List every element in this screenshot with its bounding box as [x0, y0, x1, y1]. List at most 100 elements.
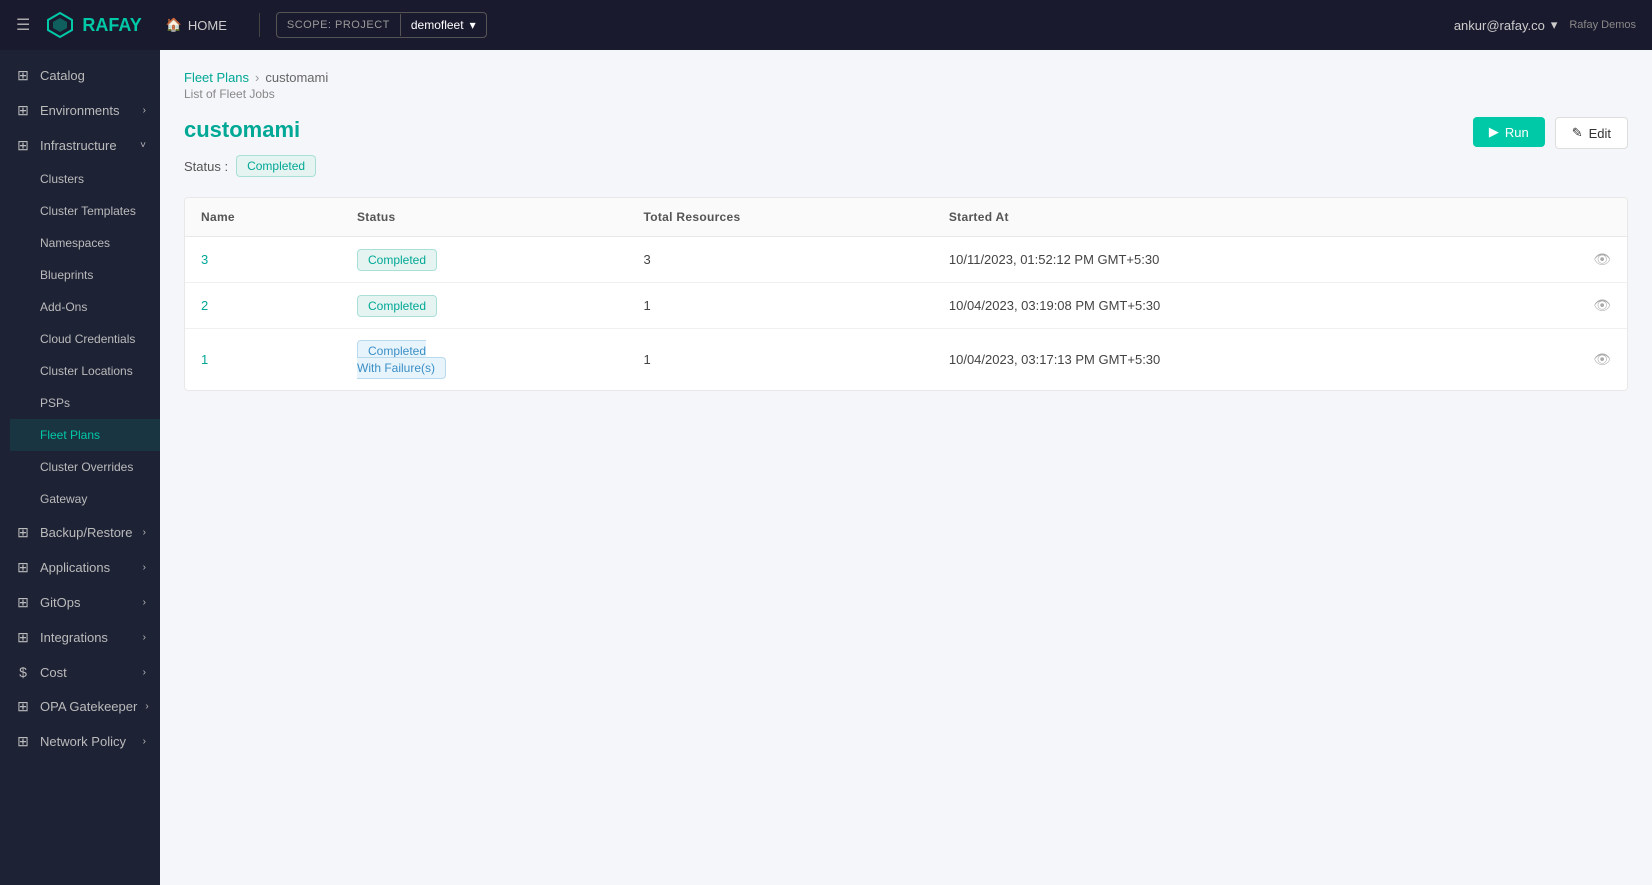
- sidebar-item-psps[interactable]: PSPs: [10, 387, 160, 419]
- table-row: 1CompletedWith Failure(s)110/04/2023, 03…: [185, 329, 1627, 391]
- home-icon: 🏠: [166, 17, 182, 33]
- status-label: Status :: [184, 159, 228, 174]
- navbar-home-link[interactable]: 🏠 HOME: [166, 17, 227, 33]
- cell-name: 1: [185, 329, 341, 391]
- cell-status: Completed: [341, 237, 628, 283]
- chevron-down-icon: ˅: [140, 140, 146, 151]
- page-header-row: customami Status : Completed ▶ Run ✎ Edi…: [184, 117, 1628, 197]
- cost-icon: $: [14, 664, 32, 680]
- action-buttons: ▶ Run ✎ Edit: [1473, 117, 1628, 149]
- user-menu[interactable]: ankur@rafay.co ▾ Rafay Demos: [1454, 17, 1636, 33]
- sidebar-item-cluster-templates[interactable]: Cluster Templates: [10, 195, 160, 227]
- sidebar-item-network-policy[interactable]: ⊞ Network Policy ›: [0, 724, 160, 759]
- breadcrumb-parent-link[interactable]: Fleet Plans: [184, 70, 249, 85]
- view-icon[interactable]: 👁: [1593, 351, 1611, 367]
- sidebar-item-label: Fleet Plans: [40, 428, 100, 442]
- sidebar-item-label: Cost: [40, 665, 67, 680]
- chevron-right-icon: ›: [143, 597, 146, 608]
- job-name-link[interactable]: 1: [201, 352, 208, 367]
- sidebar-item-label: Environments: [40, 103, 119, 118]
- home-label: HOME: [188, 18, 227, 33]
- sidebar-item-gateway[interactable]: Gateway: [10, 483, 160, 515]
- sidebar-item-label: Cluster Locations: [40, 364, 133, 378]
- cell-total-resources: 1: [628, 283, 933, 329]
- navbar-divider: [259, 13, 260, 37]
- navbar-logo-text: RAFAY: [82, 15, 141, 36]
- cell-name: 3: [185, 237, 341, 283]
- backup-icon: ⊞: [14, 524, 32, 541]
- cell-total-resources: 3: [628, 237, 933, 283]
- sidebar-item-cluster-overrides[interactable]: Cluster Overrides: [10, 451, 160, 483]
- sidebar-item-applications[interactable]: ⊞ Applications ›: [0, 550, 160, 585]
- sidebar-item-add-ons[interactable]: Add-Ons: [10, 291, 160, 323]
- sidebar-item-gitops[interactable]: ⊞ GitOps ›: [0, 585, 160, 620]
- status-badge: CompletedWith Failure(s): [357, 340, 446, 379]
- sidebar-item-namespaces[interactable]: Namespaces: [10, 227, 160, 259]
- hamburger-icon[interactable]: ☰: [16, 15, 30, 35]
- rafay-logo-icon: [46, 11, 74, 39]
- breadcrumb-separator: ›: [255, 70, 259, 85]
- sidebar-item-catalog[interactable]: ⊞ Catalog: [0, 58, 160, 93]
- sidebar-item-label: Gateway: [40, 492, 87, 506]
- navbar: ☰ RAFAY 🏠 HOME SCOPE: PROJECT demofleet …: [0, 0, 1652, 50]
- table-row: 3Completed310/11/2023, 01:52:12 PM GMT+5…: [185, 237, 1627, 283]
- col-status: Status: [341, 198, 628, 237]
- chevron-right-icon: ›: [145, 701, 148, 712]
- view-icon[interactable]: 👁: [1593, 251, 1611, 267]
- infrastructure-icon: ⊞: [14, 137, 32, 154]
- sidebar-item-integrations[interactable]: ⊞ Integrations ›: [0, 620, 160, 655]
- page-subtitle: List of Fleet Jobs: [184, 87, 1628, 101]
- col-actions: [1509, 198, 1627, 237]
- sidebar-item-label: GitOps: [40, 595, 80, 610]
- sidebar-item-cost[interactable]: $ Cost ›: [0, 655, 160, 689]
- sidebar-item-label: Cluster Templates: [40, 204, 136, 218]
- sidebar-item-label: Cloud Credentials: [40, 332, 135, 346]
- layout: ⊞ Catalog ⊞ Environments › ⊞ Infrastruct…: [0, 50, 1652, 885]
- opa-icon: ⊞: [14, 698, 32, 715]
- scope-value[interactable]: demofleet ▾: [401, 13, 486, 37]
- sidebar-item-opa-gatekeeper[interactable]: ⊞ OPA Gatekeeper ›: [0, 689, 160, 724]
- user-email: ankur@rafay.co: [1454, 18, 1545, 33]
- cell-status: CompletedWith Failure(s): [341, 329, 628, 391]
- page-title: customami: [184, 117, 1473, 143]
- edit-button[interactable]: ✎ Edit: [1555, 117, 1628, 149]
- col-total-resources: Total Resources: [628, 198, 933, 237]
- applications-icon: ⊞: [14, 559, 32, 576]
- chevron-right-icon: ›: [143, 632, 146, 643]
- catalog-icon: ⊞: [14, 67, 32, 84]
- sidebar-item-fleet-plans[interactable]: Fleet Plans: [10, 419, 160, 451]
- job-name-link[interactable]: 3: [201, 252, 208, 267]
- status-badge: Completed: [236, 155, 316, 177]
- sidebar-item-label: Applications: [40, 560, 110, 575]
- sidebar-item-infrastructure[interactable]: ⊞ Infrastructure ˅: [0, 128, 160, 163]
- scope-selector[interactable]: SCOPE: PROJECT demofleet ▾: [276, 12, 487, 38]
- edit-icon: ✎: [1572, 125, 1583, 141]
- navbar-logo: RAFAY: [46, 11, 141, 39]
- table-row: 2Completed110/04/2023, 03:19:08 PM GMT+5…: [185, 283, 1627, 329]
- sidebar-item-label: Integrations: [40, 630, 108, 645]
- col-name: Name: [185, 198, 341, 237]
- sidebar-item-clusters[interactable]: Clusters: [10, 163, 160, 195]
- cell-eye-action: 👁: [1509, 329, 1627, 391]
- cell-eye-action: 👁: [1509, 237, 1627, 283]
- network-icon: ⊞: [14, 733, 32, 750]
- run-label: Run: [1505, 125, 1529, 140]
- scope-label: SCOPE: PROJECT: [277, 14, 401, 36]
- scope-value-text: demofleet: [411, 18, 464, 32]
- breadcrumb-current: customami: [265, 70, 328, 85]
- col-started-at: Started At: [933, 198, 1509, 237]
- run-button[interactable]: ▶ Run: [1473, 117, 1545, 147]
- sidebar-item-backup-restore[interactable]: ⊞ Backup/Restore ›: [0, 515, 160, 550]
- cell-eye-action: 👁: [1509, 283, 1627, 329]
- sidebar-item-cloud-credentials[interactable]: Cloud Credentials: [10, 323, 160, 355]
- main-content: Fleet Plans › customami List of Fleet Jo…: [160, 50, 1652, 885]
- status-row: Status : Completed: [184, 155, 1473, 177]
- cell-started-at: 10/04/2023, 03:19:08 PM GMT+5:30: [933, 283, 1509, 329]
- chevron-right-icon: ›: [143, 667, 146, 678]
- sidebar-item-blueprints[interactable]: Blueprints: [10, 259, 160, 291]
- sidebar-item-cluster-locations[interactable]: Cluster Locations: [10, 355, 160, 387]
- jobs-table: Name Status Total Resources Started At 3…: [185, 198, 1627, 390]
- job-name-link[interactable]: 2: [201, 298, 208, 313]
- sidebar-item-environments[interactable]: ⊞ Environments ›: [0, 93, 160, 128]
- view-icon[interactable]: 👁: [1593, 297, 1611, 313]
